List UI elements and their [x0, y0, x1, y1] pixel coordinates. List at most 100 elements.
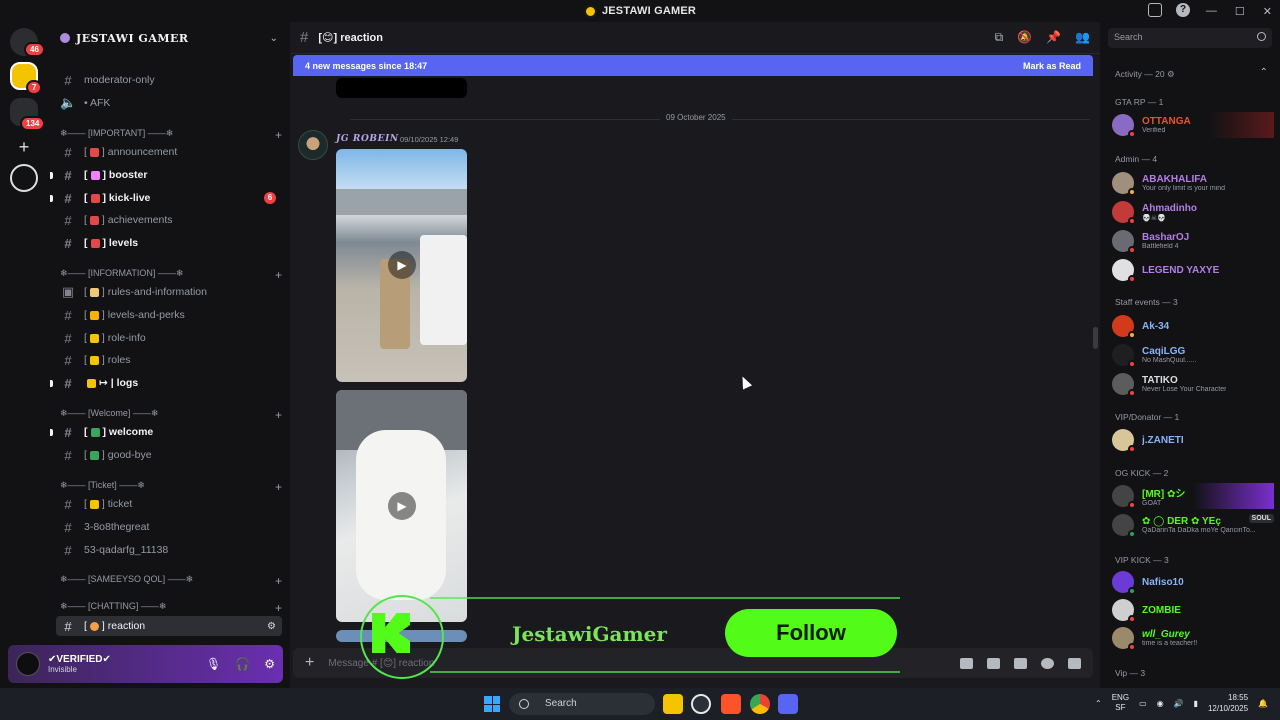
channel-levels-and-perks[interactable]: #[] levels-and-perks — [56, 305, 282, 325]
file-explorer-icon[interactable] — [663, 694, 683, 714]
search-input[interactable]: Search — [1108, 28, 1272, 48]
video-attachment[interactable]: ▶ — [336, 390, 467, 622]
channel-reaction[interactable]: #[] reaction ⚙ — [56, 616, 282, 636]
inbox-icon[interactable] — [1148, 3, 1162, 17]
collapse-chevron-icon[interactable]: ⌃ — [1260, 67, 1268, 78]
message-composer[interactable]: + Message # [😊] reaction — [293, 648, 1093, 678]
maximize-button[interactable]: ☐ — [1235, 5, 1245, 18]
brave-icon[interactable] — [721, 694, 741, 714]
member-item[interactable]: Nafiso10 — [1112, 569, 1274, 595]
threads-icon[interactable]: ⧉ — [995, 30, 1004, 45]
channel-announcement[interactable]: #[] announcement — [56, 142, 282, 162]
channel-booster[interactable]: #[] booster — [50, 165, 282, 185]
apps-icon[interactable] — [1068, 657, 1081, 669]
channel-rules-and-information[interactable]: ▣[] rules-and-information — [56, 282, 282, 302]
notifications-icon[interactable]: 🔔 — [1258, 699, 1268, 708]
member-item[interactable]: wll_Gurey time is a teacher!! — [1112, 625, 1274, 651]
member-item[interactable]: TATIKO Never Lose Your Character — [1112, 371, 1274, 397]
member-item[interactable]: OTTANGA Verified — [1112, 112, 1274, 138]
member-item[interactable]: LEGEND YAXYE — [1112, 257, 1274, 283]
channel-ticket-1[interactable]: #3-8o8thegreat — [56, 517, 282, 537]
add-channel-icon[interactable]: + — [275, 574, 282, 588]
channel-logs[interactable]: # ↦ | logs — [50, 373, 282, 393]
add-channel-icon[interactable]: + — [275, 601, 282, 615]
taskbar-search[interactable]: Search — [509, 693, 655, 715]
gif-icon[interactable] — [987, 657, 1000, 669]
minimize-button[interactable]: — — [1206, 5, 1217, 17]
sticker-icon[interactable] — [1014, 657, 1027, 669]
category-information[interactable]: ❄—— [INFORMATION] ——❄ + — [60, 268, 282, 282]
guild-header[interactable]: JESTAWI GAMER ⌄ — [48, 22, 290, 54]
chrome-icon[interactable] — [750, 694, 770, 714]
play-icon[interactable]: ▶ — [388, 251, 416, 279]
gift-icon[interactable] — [960, 657, 973, 669]
discord-icon[interactable] — [778, 694, 798, 714]
channel-good-bye[interactable]: #[] good-bye — [56, 445, 282, 465]
channel-roles[interactable]: #[] roles — [56, 350, 282, 370]
microphone-icon[interactable]: 🎙 — [206, 657, 221, 671]
media-attachment-previous[interactable] — [336, 78, 467, 98]
mark-as-read-button[interactable]: Mark as Read — [1023, 61, 1081, 71]
channel-ticket[interactable]: #[] ticket — [56, 494, 282, 514]
add-channel-icon[interactable]: + — [275, 128, 282, 142]
member-item[interactable]: ABAKHALIFA Your only limit is your mind — [1112, 170, 1274, 196]
category-chatting[interactable]: ❄—— [CHATTING] ——❄ + — [60, 601, 282, 615]
steam-icon[interactable] — [691, 694, 711, 714]
settings-gear-icon[interactable]: ⚙ — [267, 621, 276, 632]
member-item[interactable]: Ahmadinho 💀☠💀 — [1112, 199, 1274, 225]
gear-icon[interactable]: ⚙ — [264, 657, 275, 671]
avatar[interactable] — [16, 652, 40, 676]
battery-icon[interactable]: ▮ — [1194, 699, 1198, 708]
channel-afk[interactable]: 🔈 • AFK — [56, 93, 282, 113]
play-icon[interactable]: ▶ — [388, 492, 416, 520]
avatar[interactable] — [298, 130, 328, 160]
upload-plus-icon[interactable]: + — [305, 654, 314, 672]
member-item[interactable]: BasharOJ Battlefield 4 — [1112, 228, 1274, 254]
language-indicator[interactable]: ENG SF — [1112, 693, 1129, 713]
volume-icon[interactable]: 🔊 — [1174, 699, 1184, 708]
message-author[interactable]: JG ROBEIN — [336, 134, 399, 144]
new-messages-bar[interactable]: 4 new messages since 18:47 Mark as Read — [293, 55, 1093, 76]
notification-bell-icon[interactable]: 🔕 — [1017, 30, 1032, 45]
member-list-icon[interactable]: 👥 — [1075, 30, 1090, 45]
category-important[interactable]: ❄—— [IMPORTANT] ——❄ + — [60, 128, 282, 142]
member-item[interactable]: [MR] ✿シ GOAT — [1112, 483, 1274, 509]
channel-welcome[interactable]: #[] welcome — [50, 422, 282, 442]
hash-icon: # — [64, 618, 72, 634]
channel-levels[interactable]: #[] levels — [56, 233, 282, 253]
member-item[interactable]: j.ZANETI — [1112, 427, 1274, 453]
channel-achievements[interactable]: #[] achievements — [56, 210, 282, 230]
channel-kick-live[interactable]: #[] kick-live 6 — [50, 188, 282, 208]
chevron-down-icon[interactable]: ⌄ — [270, 33, 278, 44]
member-item[interactable]: ZOMBIE — [1112, 597, 1274, 623]
windows-start-icon[interactable] — [484, 696, 500, 712]
add-channel-icon[interactable]: + — [275, 268, 282, 282]
channel-ticket-2[interactable]: #53-qadarfg_11138 — [56, 540, 282, 560]
help-icon[interactable]: ? — [1176, 3, 1190, 17]
network-icon[interactable]: ◉ — [1157, 699, 1164, 708]
member-item[interactable]: ✿ ◯ DER ✿ YEç QaDarinTa DaDka moYe Qancin… — [1112, 512, 1274, 538]
category-sameeyso[interactable]: ❄—— [SAMEEYSO QOL] ——❄ + — [60, 574, 282, 588]
pin-icon[interactable]: 📌 — [1046, 30, 1061, 45]
video-attachment[interactable]: ▶ — [336, 149, 467, 382]
add-server-icon[interactable]: + — [10, 134, 38, 162]
emoji-icon[interactable] — [1041, 657, 1054, 669]
channel-role-info[interactable]: #[] role-info — [56, 328, 282, 348]
close-button[interactable]: ✕ — [1263, 5, 1272, 18]
media-attachment-next[interactable] — [336, 630, 467, 642]
discover-icon[interactable] — [10, 164, 38, 192]
headphones-icon[interactable]: 🎧 — [235, 657, 250, 671]
add-channel-icon[interactable]: + — [275, 408, 282, 422]
clock[interactable]: 18:55 12/10/2025 — [1208, 692, 1248, 714]
category-ticket[interactable]: ❄—— [Ticket] ——❄ + — [60, 480, 282, 494]
member-item[interactable]: Ak-34 — [1112, 313, 1274, 339]
channel-moderator-only[interactable]: # moderator-only — [56, 70, 282, 90]
add-channel-icon[interactable]: + — [275, 480, 282, 494]
display-icon[interactable]: ▭ — [1139, 699, 1147, 708]
member-item[interactable]: CaqiLGG No MashQuul...... — [1112, 342, 1274, 368]
tray-expand-icon[interactable]: ⌃ — [1095, 699, 1102, 708]
scrollbar[interactable] — [1093, 327, 1098, 349]
message-input[interactable]: Message # [😊] reaction — [328, 658, 434, 669]
user-panel[interactable]: ✔VERIFIED✔ Invisible 🎙 🎧 ⚙ — [8, 645, 283, 683]
category-welcome[interactable]: ❄—— [Welcome] ——❄ + — [60, 408, 282, 422]
